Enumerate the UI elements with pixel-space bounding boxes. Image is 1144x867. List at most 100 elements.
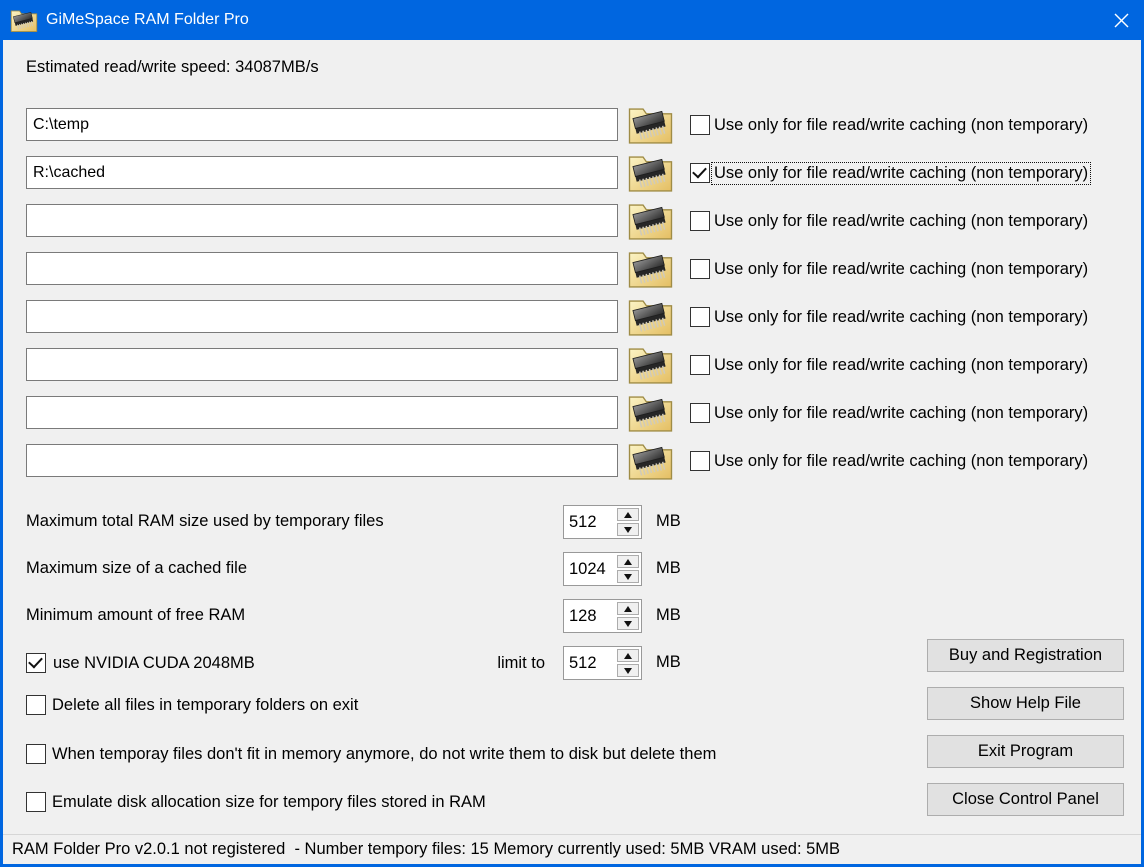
close-control-panel-button[interactable]: Close Control Panel — [927, 783, 1124, 816]
folder-path-input[interactable] — [26, 444, 618, 477]
use-cuda-label[interactable]: use NVIDIA CUDA 2048MB — [51, 654, 257, 673]
show-help-file-button[interactable]: Show Help File — [927, 687, 1124, 720]
status-bar: RAM Folder Pro v2.0.1 not registered - N… — [3, 834, 1141, 864]
setting-value-input[interactable] — [564, 600, 615, 632]
folder-path-input[interactable] — [26, 108, 618, 141]
cache-only-label[interactable]: Use only for file read/write caching (no… — [712, 259, 1090, 280]
folder-row: Use only for file read/write caching (no… — [0, 252, 1144, 296]
triangle-down-icon — [624, 526, 632, 533]
folder-row: Use only for file read/write caching (no… — [0, 300, 1144, 344]
option-checkbox[interactable] — [26, 695, 46, 715]
cache-only-checkbox[interactable] — [690, 163, 710, 183]
browse-ram-folder-button[interactable] — [627, 439, 674, 481]
folder-chip-icon — [628, 204, 673, 240]
browse-ram-folder-button[interactable] — [627, 247, 674, 289]
setting-row: Maximum size of a cached file MB — [0, 552, 1144, 588]
folder-chip-icon — [628, 396, 673, 432]
cache-only-checkbox[interactable] — [690, 355, 710, 375]
spin-down-button[interactable] — [617, 617, 639, 630]
close-icon — [1114, 13, 1128, 27]
app-window: GiMeSpace RAM Folder Pro Estimated read/… — [0, 0, 1144, 867]
triangle-down-icon — [624, 667, 632, 674]
triangle-up-icon — [624, 511, 632, 518]
use-cuda-checkbox[interactable] — [26, 653, 46, 673]
unit-label: MB — [656, 512, 681, 530]
browse-ram-folder-button[interactable] — [627, 199, 674, 241]
buy-and-registration-button[interactable]: Buy and Registration — [927, 639, 1124, 672]
option-label[interactable]: Delete all files in temporary folders on… — [50, 695, 360, 716]
folder-chip-icon — [628, 156, 673, 192]
folder-row: Use only for file read/write caching (no… — [0, 156, 1144, 200]
setting-spinner — [563, 552, 642, 586]
browse-ram-folder-button[interactable] — [627, 295, 674, 337]
cache-only-label[interactable]: Use only for file read/write caching (no… — [712, 355, 1090, 376]
limit-to-label: limit to — [497, 654, 545, 672]
option-checkbox[interactable] — [26, 743, 46, 764]
title-bar: GiMeSpace RAM Folder Pro — [0, 0, 1144, 40]
spin-up-button[interactable] — [617, 602, 639, 615]
option-checkbox[interactable] — [26, 792, 46, 812]
cache-only-checkbox[interactable] — [690, 259, 710, 279]
unit-label: MB — [656, 653, 681, 671]
folder-row: Use only for file read/write caching (no… — [0, 204, 1144, 248]
cache-only-checkbox[interactable] — [690, 307, 710, 327]
option-label[interactable]: Emulate disk allocation size for tempory… — [50, 792, 488, 813]
cache-only-label[interactable]: Use only for file read/write caching (no… — [712, 451, 1090, 472]
folder-row: Use only for file read/write caching (no… — [0, 396, 1144, 440]
triangle-up-icon — [624, 652, 632, 659]
folder-chip-icon — [628, 252, 673, 288]
folder-path-input[interactable] — [26, 348, 618, 381]
spin-down-button[interactable] — [617, 570, 639, 583]
setting-label: Minimum amount of free RAM — [26, 606, 246, 624]
option-row: Emulate disk allocation size for tempory… — [0, 792, 900, 818]
folder-row: Use only for file read/write caching (no… — [0, 108, 1144, 152]
setting-row: Maximum total RAM size used by temporary… — [0, 505, 1144, 541]
browse-ram-folder-button[interactable] — [627, 343, 674, 385]
folder-chip-icon — [628, 348, 673, 384]
cache-only-checkbox[interactable] — [690, 403, 710, 423]
setting-value-input[interactable] — [564, 553, 615, 585]
option-label[interactable]: When temporay files don't fit in memory … — [50, 744, 718, 765]
cache-only-checkbox[interactable] — [690, 451, 710, 471]
cache-only-label[interactable]: Use only for file read/write caching (no… — [710, 162, 1092, 185]
folder-path-input[interactable] — [26, 252, 618, 285]
folder-path-input[interactable] — [26, 156, 618, 189]
browse-ram-folder-button[interactable] — [627, 151, 674, 193]
window-border-left — [0, 40, 3, 867]
option-row: Delete all files in temporary folders on… — [0, 695, 900, 721]
cache-only-checkbox[interactable] — [690, 115, 710, 135]
spin-up-button[interactable] — [617, 555, 639, 568]
close-button[interactable] — [1098, 0, 1144, 40]
setting-row: Minimum amount of free RAM MB — [0, 599, 1144, 635]
unit-label: MB — [656, 559, 681, 577]
spin-up-button[interactable] — [617, 649, 639, 662]
triangle-up-icon — [624, 605, 632, 612]
folder-chip-icon — [628, 300, 673, 336]
folder-row: Use only for file read/write caching (no… — [0, 348, 1144, 392]
triangle-down-icon — [624, 620, 632, 627]
cache-only-label[interactable]: Use only for file read/write caching (no… — [712, 115, 1090, 136]
exit-program-button[interactable]: Exit Program — [927, 735, 1124, 768]
folder-row: Use only for file read/write caching (no… — [0, 444, 1144, 488]
folder-path-input[interactable] — [26, 300, 618, 333]
cache-only-label[interactable]: Use only for file read/write caching (no… — [712, 403, 1090, 424]
cuda-limit-input[interactable] — [564, 647, 615, 679]
spin-up-button[interactable] — [617, 508, 639, 521]
spin-down-button[interactable] — [617, 523, 639, 536]
browse-ram-folder-button[interactable] — [627, 103, 674, 145]
cache-only-label[interactable]: Use only for file read/write caching (no… — [712, 307, 1090, 328]
folder-path-input[interactable] — [26, 204, 618, 237]
triangle-down-icon — [624, 573, 632, 580]
spin-down-button[interactable] — [617, 664, 639, 677]
window-title: GiMeSpace RAM Folder Pro — [46, 11, 249, 28]
status-text: RAM Folder Pro v2.0.1 not registered - N… — [12, 840, 841, 858]
setting-label: Maximum size of a cached file — [26, 559, 248, 577]
setting-value-input[interactable] — [564, 506, 615, 538]
setting-spinner — [563, 505, 642, 539]
cache-only-checkbox[interactable] — [690, 211, 710, 231]
folder-chip-icon — [628, 444, 673, 480]
browse-ram-folder-button[interactable] — [627, 391, 674, 433]
cache-only-label[interactable]: Use only for file read/write caching (no… — [712, 211, 1090, 232]
folder-path-input[interactable] — [26, 396, 618, 429]
setting-spinner — [563, 599, 642, 633]
